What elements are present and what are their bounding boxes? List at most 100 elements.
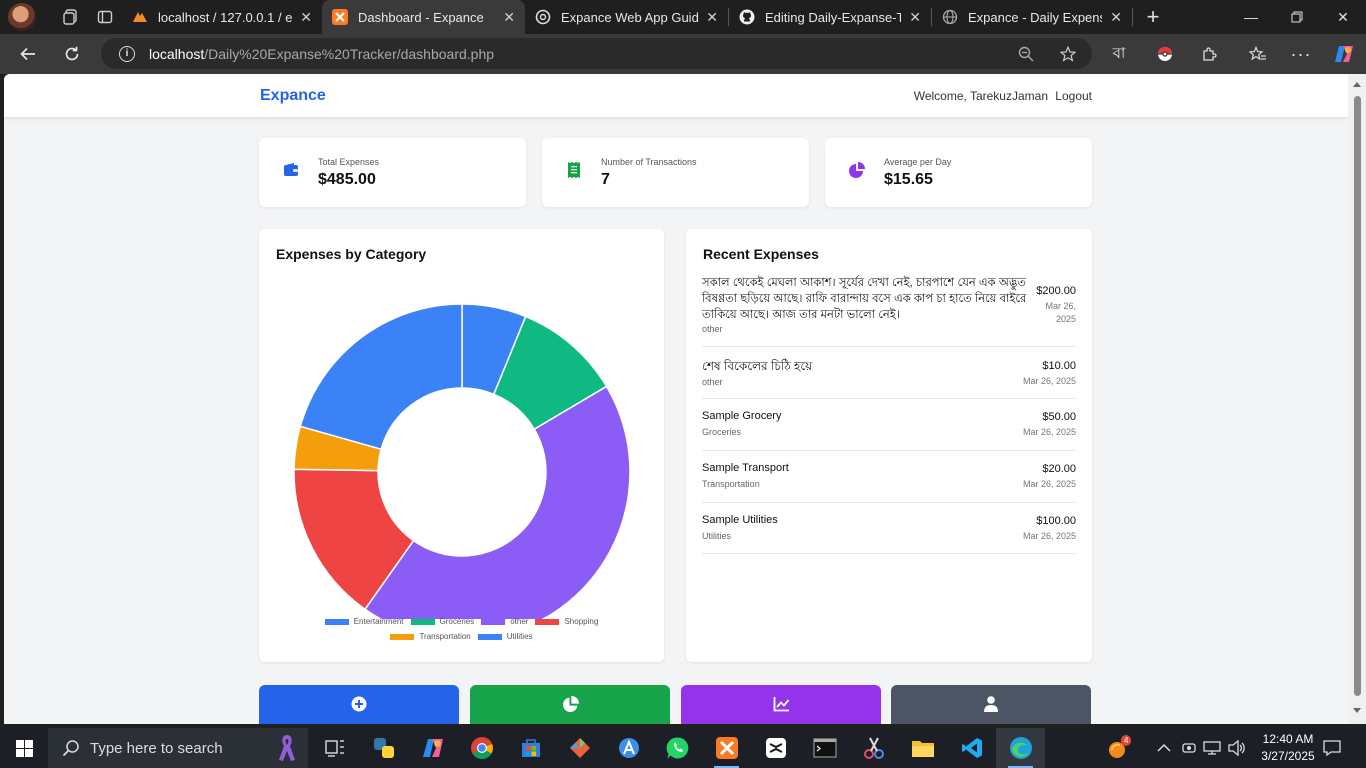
- meet-now-icon[interactable]: [1182, 728, 1196, 768]
- tab-dashboard[interactable]: Dashboard - Expance ✕: [322, 0, 525, 34]
- xampp-app-icon[interactable]: [702, 728, 751, 768]
- copilot-app-icon[interactable]: [408, 728, 457, 768]
- profile-button[interactable]: [891, 685, 1091, 724]
- legend-item-shopping[interactable]: Shopping: [535, 617, 598, 626]
- page-viewport: Expance Welcome, TarekuzJaman Logout Tot…: [4, 74, 1348, 724]
- add-expense-button[interactable]: [259, 685, 459, 724]
- back-arrow-icon[interactable]: [6, 34, 50, 74]
- expense-category: Transportation: [702, 479, 760, 489]
- view-categories-button[interactable]: [470, 685, 670, 724]
- expense-row[interactable]: শেষ বিকেলের চিঠি হয়ে other $10.00 Mar 2…: [702, 347, 1076, 399]
- legend-label: Shopping: [564, 617, 599, 626]
- taskbar-search-box[interactable]: Type here to search: [48, 728, 308, 768]
- file-explorer-icon[interactable]: [898, 728, 947, 768]
- scroll-up-arrow[interactable]: [1353, 82, 1361, 87]
- favorite-star-icon[interactable]: [1053, 38, 1083, 69]
- user-icon: [984, 696, 998, 712]
- tab-title: Expance Web App Guide: [561, 9, 699, 25]
- network-icon[interactable]: [1203, 728, 1221, 768]
- close-icon[interactable]: ✕: [503, 9, 515, 26]
- microsoft-store-icon[interactable]: [506, 728, 555, 768]
- legend-item-entertainment[interactable]: Entertainment: [324, 617, 404, 626]
- vscode-app-icon[interactable]: [947, 728, 996, 768]
- site-info-icon[interactable]: i: [119, 45, 135, 62]
- site-header: Expance Welcome, TarekuzJaman Logout: [4, 74, 1348, 117]
- expense-amount: $10.00: [1042, 360, 1076, 372]
- expense-row[interactable]: Sample Grocery Groceries $50.00 Mar 26, …: [702, 399, 1076, 451]
- brand-logo[interactable]: Expance: [260, 87, 326, 105]
- show-hidden-icons-chevron[interactable]: [1157, 728, 1171, 768]
- tab-phpmyadmin[interactable]: localhost / 127.0.0.1 / expa ✕: [122, 0, 322, 34]
- view-reports-button[interactable]: [681, 685, 881, 724]
- chrome-app-icon[interactable]: [457, 728, 506, 768]
- tab-actions-icon[interactable]: [88, 0, 122, 34]
- favorites-icon[interactable]: [1236, 34, 1280, 74]
- expense-description: Sample Utilities: [702, 514, 778, 526]
- task-view-icon[interactable]: [310, 728, 359, 768]
- minimize-icon[interactable]: —: [1228, 0, 1274, 34]
- snipping-tool-icon[interactable]: [849, 728, 898, 768]
- tab-guide[interactable]: Expance Web App Guide ✕: [525, 0, 728, 34]
- capcut-app-icon[interactable]: [751, 728, 800, 768]
- close-icon[interactable]: ✕: [1110, 9, 1122, 26]
- expense-row[interactable]: সকাল থেকেই মেঘলা আকাশ। সূর্যের দেখা নেই,…: [702, 273, 1076, 347]
- windows-start-icon[interactable]: [0, 728, 48, 768]
- volume-icon[interactable]: [1228, 728, 1246, 768]
- legend-item-utilities[interactable]: Utilities: [477, 632, 533, 641]
- legend-swatch: [410, 618, 435, 625]
- legend-item-other[interactable]: other: [481, 617, 528, 626]
- receipt-icon: [558, 154, 590, 186]
- extensions-puzzle-icon[interactable]: [1187, 34, 1231, 74]
- chatgpt-icon: [535, 9, 551, 25]
- welcome-text: Welcome, TarekuzJaman: [913, 89, 1048, 103]
- system-clock[interactable]: 12:40 AM 3/27/2025: [1256, 731, 1320, 765]
- expense-date: Mar 26, 2025: [1045, 301, 1076, 324]
- refresh-icon[interactable]: [50, 34, 94, 74]
- expense-amount: $100.00: [1036, 515, 1076, 527]
- tab-github[interactable]: Editing Daily-Expanse-Track ✕: [729, 0, 931, 34]
- legend-item-transportation[interactable]: Transportation: [390, 632, 471, 641]
- android-studio-icon[interactable]: [604, 728, 653, 768]
- expense-description: Sample Transport: [702, 462, 789, 474]
- category-doughnut-chart[interactable]: [259, 259, 664, 619]
- legend-item-groceries[interactable]: Groceries: [410, 617, 474, 626]
- bangla-extension-button[interactable]: বা: [1097, 34, 1141, 74]
- stat-value: $485.00: [318, 171, 376, 188]
- logout-link[interactable]: Logout: [1055, 89, 1092, 103]
- pokeball-extension-icon[interactable]: [1143, 34, 1187, 74]
- close-icon[interactable]: ✕: [909, 9, 921, 26]
- whatsapp-app-icon[interactable]: [653, 728, 702, 768]
- copilot-icon[interactable]: [1322, 34, 1366, 74]
- url-host: localhost: [149, 45, 205, 62]
- python-app-icon[interactable]: [359, 728, 408, 768]
- close-icon[interactable]: ✕: [300, 9, 312, 26]
- new-tab-icon[interactable]: +: [1133, 4, 1173, 30]
- notifications-icon[interactable]: [1323, 728, 1341, 768]
- close-icon[interactable]: ✕: [706, 9, 718, 26]
- expense-row[interactable]: Sample Transport Transportation $20.00 M…: [702, 451, 1076, 503]
- legend-swatch: [477, 633, 502, 640]
- weather-widget[interactable]: 4: [1106, 728, 1132, 768]
- tab-title: Dashboard - Expance: [358, 9, 484, 25]
- expense-row[interactable]: Sample Utilities Utilities $100.00 Mar 2…: [702, 503, 1076, 554]
- workspaces-icon[interactable]: [54, 0, 88, 34]
- tab-expance-guide[interactable]: Expance - Daily Expense Tr ✕: [932, 0, 1132, 34]
- stat-card-total-expenses: Total Expenses $485.00: [259, 138, 526, 207]
- window-close-icon[interactable]: ✕: [1320, 0, 1366, 34]
- slice-utilities[interactable]: [299, 303, 463, 451]
- more-options-icon[interactable]: ···: [1279, 34, 1323, 74]
- edge-app-icon[interactable]: [996, 728, 1045, 768]
- git-app-icon[interactable]: [555, 728, 604, 768]
- stat-label: Average per Day: [884, 157, 952, 167]
- zoom-icon[interactable]: [1011, 38, 1041, 69]
- terminal-app-icon[interactable]: [800, 728, 849, 768]
- profile-avatar[interactable]: [8, 3, 36, 31]
- wallet-icon: [275, 154, 307, 186]
- scroll-down-arrow[interactable]: [1353, 708, 1361, 713]
- scrollbar-thumb[interactable]: [1354, 96, 1361, 696]
- slice-other[interactable]: [363, 385, 631, 619]
- stat-label: Number of Transactions: [601, 157, 697, 167]
- restore-icon[interactable]: [1274, 0, 1320, 34]
- page-scrollbar[interactable]: [1348, 74, 1366, 724]
- url-input[interactable]: i localhost/Daily%20Expanse%20Tracker/da…: [101, 38, 1092, 69]
